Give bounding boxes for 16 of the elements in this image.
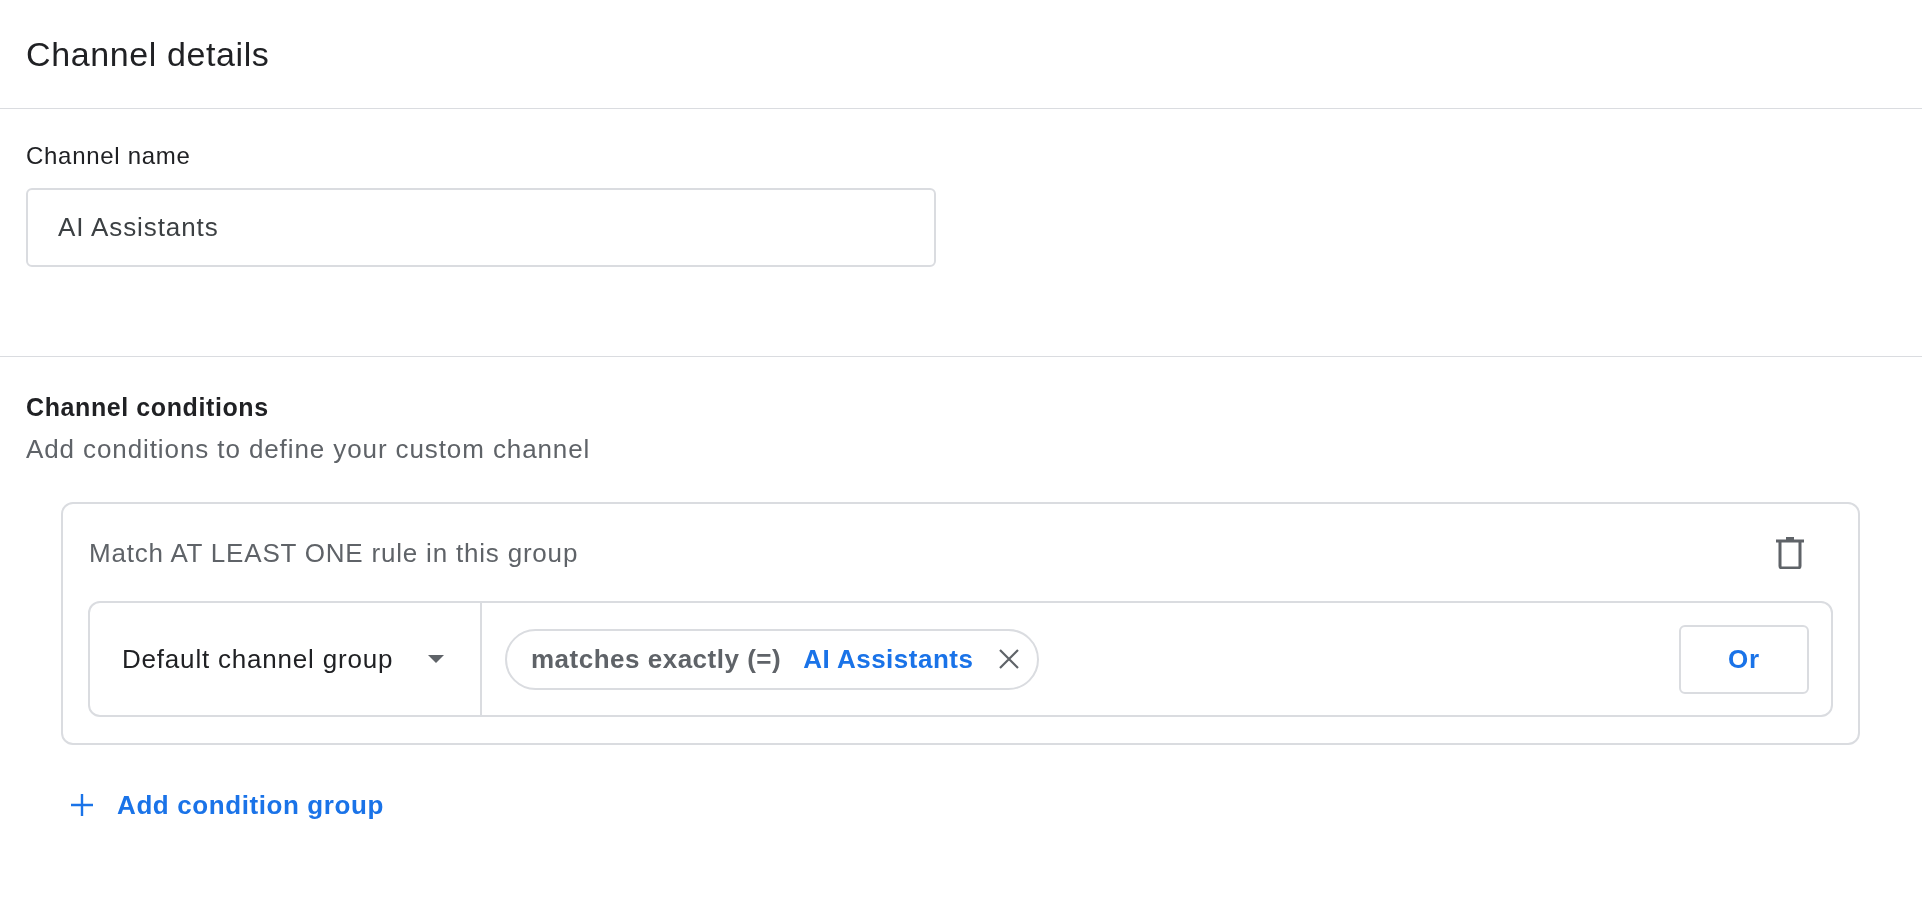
section-subtitle: Add conditions to define your custom channel: [26, 434, 591, 464]
plus-icon: [71, 794, 93, 816]
group-heading: Match AT LEAST ONE rule in this group: [89, 537, 579, 568]
filter-chip[interactable]: matches exactly (=) AI Assistants: [505, 628, 1040, 690]
trash-icon[interactable]: [1775, 536, 1805, 569]
dimension-dropdown[interactable]: Default channel group: [90, 603, 482, 715]
channel-name-field[interactable]: AI Assistants: [26, 188, 936, 267]
caret-icon: [428, 655, 444, 663]
field-label: Channel name: [26, 142, 191, 170]
close-icon[interactable]: [999, 649, 1020, 669]
operator-text: matches exactly (=): [531, 643, 782, 675]
section-title: Channel conditions: [26, 392, 269, 422]
add-condition-group-button[interactable]: Add condition group: [71, 790, 384, 820]
or-button[interactable]: Or: [1679, 624, 1809, 694]
value-text: AI Assistants: [803, 643, 974, 675]
page-title: Channel details: [26, 34, 270, 74]
